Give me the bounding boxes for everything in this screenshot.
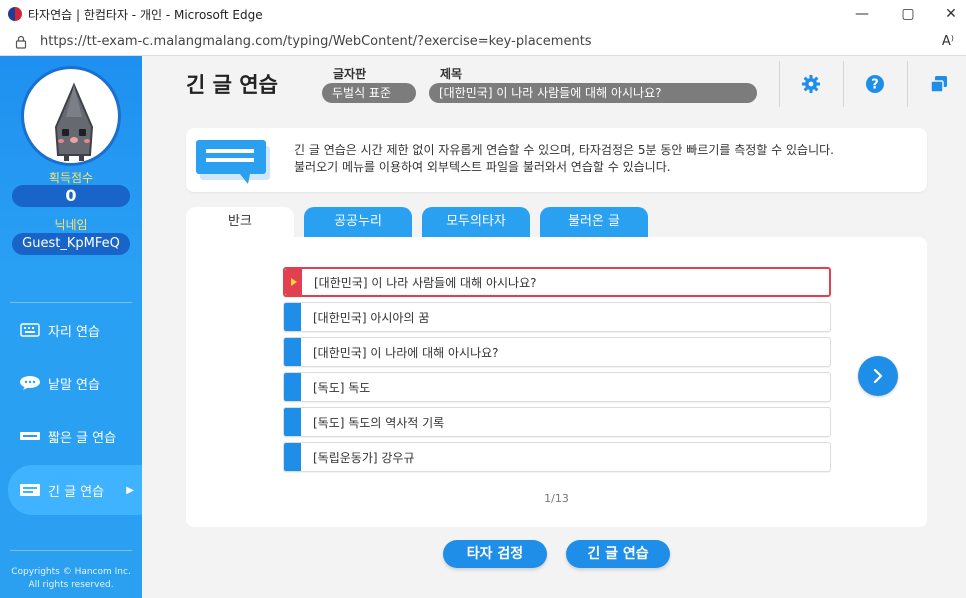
long-text-icon: [18, 482, 42, 498]
next-page-button[interactable]: [858, 356, 898, 396]
help-icon: ?: [865, 75, 884, 93]
tab-loaded-text[interactable]: 불러온 글: [540, 207, 648, 237]
text-list-panel: [대한민국] 이 나라 사람들에 대해 아시나요? [대한민국] 아시아의 꿈 …: [186, 237, 927, 527]
tab-vank[interactable]: 반크: [186, 207, 294, 239]
list-item[interactable]: [대한민국] 이 나라 사람들에 대해 아시나요?: [283, 267, 831, 297]
gear-icon: [801, 75, 820, 93]
sidebar-item-label: 짧은 글 연습: [48, 430, 117, 446]
list-item[interactable]: [대한민국] 아시아의 꿈: [283, 302, 831, 332]
item-marker: [284, 408, 301, 436]
subject-value: [대한민국] 이 나라 사람들에 대해 아시나요?: [429, 83, 757, 103]
sidebar-item-word-practice[interactable]: 낱말 연습: [0, 358, 142, 408]
list-item-label: [대한민국] 이 나라에 대해 아시나요?: [313, 345, 499, 360]
browser-titlebar: 타자연습 | 한컴타자 - 개인 - Microsoft Edge — ▢ ✕: [0, 0, 966, 28]
list-item[interactable]: [독립운동가] 강우규: [283, 442, 831, 472]
url-text[interactable]: https://tt-exam-c.malangmalang.com/typin…: [40, 34, 592, 49]
sidebar-item-label: 긴 글 연습: [48, 484, 105, 500]
item-marker: [284, 373, 301, 401]
nickname-label: 닉네임: [54, 218, 88, 232]
svg-text:?: ?: [871, 78, 879, 93]
lock-icon[interactable]: [14, 35, 28, 49]
keyboard-icon: [18, 322, 42, 338]
sidebar-item-label: 낱말 연습: [48, 377, 100, 393]
item-marker: [284, 443, 301, 471]
typing-test-button[interactable]: 타자 검정: [443, 540, 547, 568]
text-list: [대한민국] 이 나라 사람들에 대해 아시나요? [대한민국] 아시아의 꿈 …: [283, 267, 831, 477]
info-box: 긴 글 연습은 시간 제한 없이 자유롭게 연습할 수 있으며, 타자검정은 5…: [186, 128, 927, 192]
settings-button[interactable]: [779, 61, 841, 107]
message-board-icon: [196, 140, 270, 184]
selected-marker: [285, 269, 302, 295]
sidebar: 획득점수 0 닉네임 Guest_KpMFeQ 자리 연습 낱말 연습 짧은 글…: [0, 56, 142, 598]
copyright: Copyrights © Hancom Inc. All rights rese…: [0, 566, 142, 592]
sidebar-item-short-practice[interactable]: 짧은 글 연습: [0, 411, 142, 461]
speech-bubble-icon: [18, 375, 42, 391]
page-header: 긴 글 연습 글자판 두벌식 표준 제목 [대한민국] 이 나라 사람들에 대해…: [142, 56, 966, 110]
list-item-label: [독도] 독도의 역사적 기록: [313, 415, 445, 430]
copyright-line: Copyrights © Hancom Inc.: [11, 567, 131, 577]
tab-everyone-typing[interactable]: 모두의타자: [422, 207, 530, 237]
info-line: 불러오기 메뉴를 이용하여 외부텍스트 파일을 불러와서 연습할 수 있습니다.: [294, 160, 671, 174]
sidebar-item-label: 자리 연습: [48, 324, 100, 340]
read-aloud-button[interactable]: A⁾: [942, 34, 954, 49]
chevron-right-icon: ▶: [126, 484, 134, 496]
list-item-label: [대한민국] 아시아의 꿈: [313, 310, 430, 325]
list-item-label: [독립운동가] 강우규: [313, 450, 415, 465]
short-text-icon: [18, 428, 42, 444]
window-title: 타자연습 | 한컴타자 - 개인 - Microsoft Edge: [28, 7, 263, 22]
help-button[interactable]: ?: [843, 61, 905, 107]
copyright-line: All rights reserved.: [28, 580, 114, 590]
keyboard-layout-select[interactable]: 두벌식 표준: [322, 83, 416, 103]
avatar: [21, 66, 121, 166]
list-item[interactable]: [독도] 독도의 역사적 기록: [283, 407, 831, 437]
address-bar[interactable]: https://tt-exam-c.malangmalang.com/typin…: [0, 28, 966, 56]
main-content: 긴 글 연습 글자판 두벌식 표준 제목 [대한민국] 이 나라 사람들에 대해…: [142, 56, 966, 598]
minimize-button[interactable]: —: [839, 0, 885, 28]
list-item[interactable]: [대한민국] 이 나라에 대해 아시나요?: [283, 337, 831, 367]
keyboard-label: 글자판: [333, 67, 367, 81]
play-icon: [290, 278, 297, 286]
tab-public-nuri[interactable]: 공공누리: [304, 207, 412, 237]
item-marker: [284, 338, 301, 366]
subject-label: 제목: [440, 67, 463, 81]
nickname-value: Guest_KpMFeQ: [12, 233, 130, 255]
sidebar-item-long-practice[interactable]: 긴 글 연습 ▶: [8, 465, 142, 515]
close-button[interactable]: ✕: [928, 0, 966, 28]
info-line: 긴 글 연습은 시간 제한 없이 자유롭게 연습할 수 있으며, 타자검정은 5…: [294, 143, 834, 157]
page-title: 긴 글 연습: [186, 73, 278, 97]
item-marker: [284, 303, 301, 331]
chevron-right-icon: [873, 368, 883, 384]
list-item[interactable]: [독도] 독도: [283, 372, 831, 402]
sidebar-item-key-practice[interactable]: 자리 연습: [0, 305, 142, 355]
sidebar-divider: [10, 550, 132, 551]
list-item-label: [독도] 독도: [313, 380, 371, 395]
character-avatar-icon: [54, 82, 94, 161]
maximize-button[interactable]: ▢: [885, 0, 931, 28]
page-indicator: 1/13: [544, 492, 569, 505]
score-value: 0: [12, 185, 130, 207]
long-practice-button[interactable]: 긴 글 연습: [566, 540, 670, 568]
window-icon: [929, 76, 947, 93]
sidebar-divider: [10, 302, 132, 303]
popup-window-button[interactable]: [907, 61, 966, 107]
app-favicon-icon: [8, 7, 22, 21]
list-item-label: [대한민국] 이 나라 사람들에 대해 아시나요?: [314, 275, 537, 290]
score-label: 획득점수: [48, 171, 94, 185]
info-text: 긴 글 연습은 시간 제한 없이 자유롭게 연습할 수 있으며, 타자검정은 5…: [294, 142, 834, 176]
